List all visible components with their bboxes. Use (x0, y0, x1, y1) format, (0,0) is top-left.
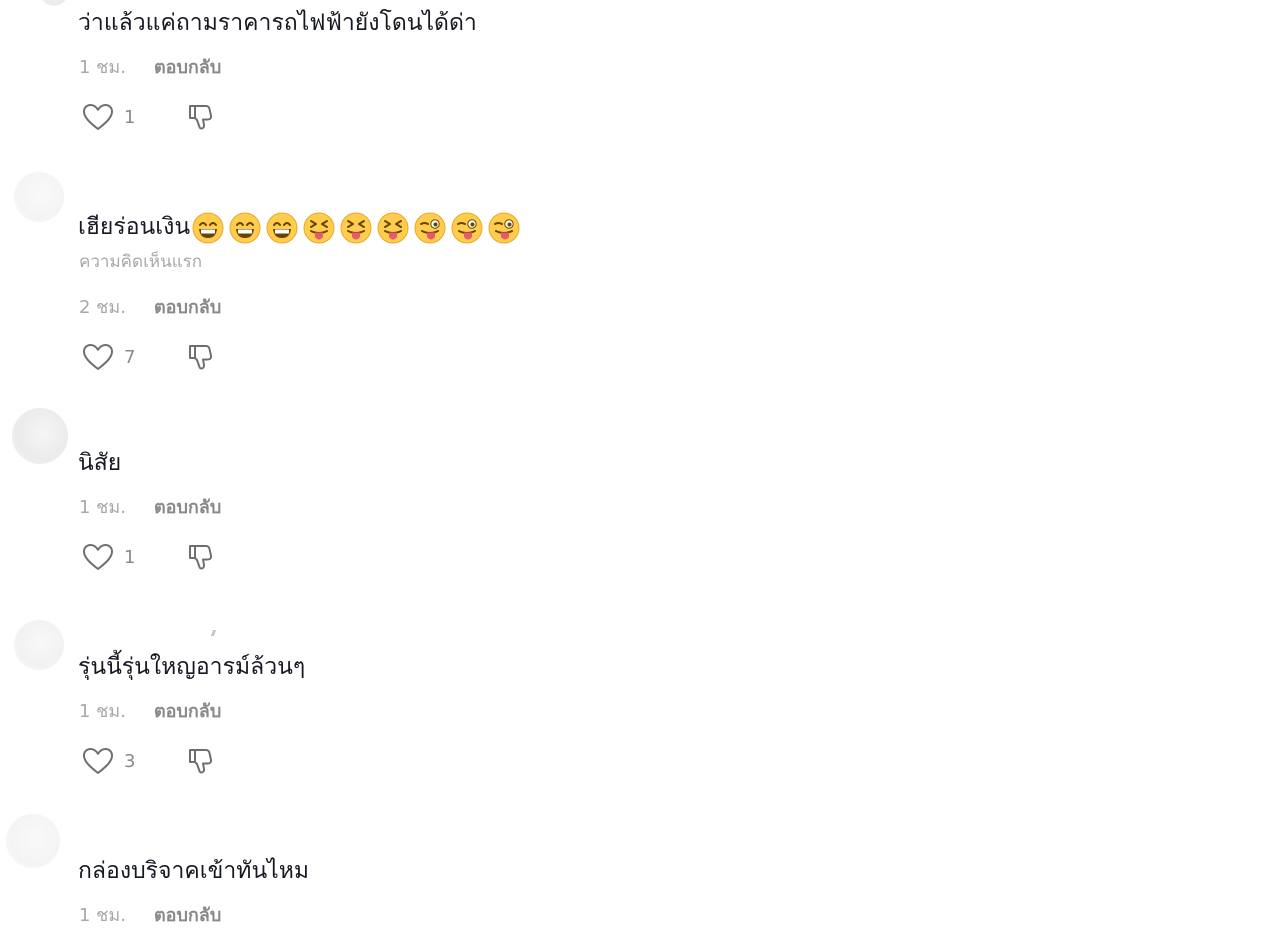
winking-tongue-face-icon (488, 212, 520, 244)
comment-text: ว่าแล้วแค่ถามราคารถไฟฟ้ายังโดนได้ด่า (78, 10, 477, 36)
avatar[interactable] (40, 0, 68, 6)
comment-text-content: เฮียร่อนเงิน (78, 214, 191, 240)
comment-text: รุ่นนี้รุ่นใหญอารม์ล้วนๆ (78, 654, 306, 680)
avatar[interactable] (14, 620, 64, 670)
comment-text: เฮียร่อนเงิน (78, 210, 525, 244)
like-button[interactable]: 1 (82, 102, 186, 132)
comment-actions: 7 (82, 342, 218, 372)
grinning-face-icon (229, 212, 261, 244)
avatar[interactable] (6, 814, 60, 868)
first-comment-badge: ความคิดเห็นแรก (79, 252, 203, 272)
comment-text: นิสัย (78, 450, 122, 476)
emoji-row (192, 212, 525, 244)
reply-button[interactable]: ตอบกลับ (154, 56, 221, 80)
reply-button[interactable]: ตอบกลับ (154, 296, 221, 320)
comment-item: ว่าแล้วแค่ถามราคารถไฟฟ้ายังโดนได้ด่า 1 ช… (0, 0, 1280, 160)
dislike-button[interactable] (186, 101, 218, 133)
avatar[interactable] (14, 172, 64, 222)
winking-tongue-face-icon (414, 212, 446, 244)
dislike-button[interactable] (186, 541, 218, 573)
like-count: 7 (124, 346, 136, 368)
like-button[interactable]: 7 (82, 342, 186, 372)
comment-actions: 1 (82, 102, 218, 132)
comment-meta: 1 ชม. ตอบกลับ (79, 56, 221, 80)
squinting-tongue-face-icon (303, 212, 335, 244)
grinning-face-icon (266, 212, 298, 244)
heart-outline-icon (82, 746, 114, 776)
like-count: 1 (124, 546, 136, 568)
comment-actions: 3 (82, 746, 218, 776)
like-count: 1 (124, 106, 136, 128)
comment-time: 2 ชม. (79, 297, 126, 318)
comment-text: กล่องบริจาคเข้าทันไหม (78, 858, 310, 884)
comment-meta: 1 ชม. ตอบกลับ (79, 496, 221, 520)
comment-meta: 2 ชม. ตอบกลับ (79, 296, 221, 320)
like-button[interactable]: 3 (82, 746, 186, 776)
avatar[interactable] (12, 408, 68, 464)
reply-button[interactable]: ตอบกลับ (154, 496, 221, 520)
comment-time: 1 ชม. (79, 57, 126, 78)
reply-button[interactable]: ตอบกลับ (154, 700, 221, 724)
grinning-face-icon (192, 212, 224, 244)
reply-button[interactable]: ตอบกลับ (154, 904, 221, 928)
heart-outline-icon (82, 342, 114, 372)
comment-time: 1 ชม. (79, 905, 126, 926)
comment-item: กล่องบริจาคเข้าทันไหม 1 ชม. ตอบกลับ (0, 810, 1280, 926)
thumbs-down-outline-icon (186, 541, 218, 573)
like-button[interactable]: 1 (82, 542, 186, 572)
thumbs-down-outline-icon (186, 101, 218, 133)
username-fragment (210, 630, 217, 636)
squinting-tongue-face-icon (377, 212, 409, 244)
comment-meta: 1 ชม. ตอบกลับ (79, 904, 221, 928)
heart-outline-icon (82, 542, 114, 572)
comment-meta: 1 ชม. ตอบกลับ (79, 700, 221, 724)
dislike-button[interactable] (186, 745, 218, 777)
comment-time: 1 ชม. (79, 701, 126, 722)
comment-time: 1 ชม. (79, 497, 126, 518)
like-count: 3 (124, 750, 136, 772)
comment-item: รุ่นนี้รุ่นใหญอารม์ล้วนๆ 1 ชม. ตอบกลับ 3 (0, 610, 1280, 810)
heart-outline-icon (82, 102, 114, 132)
winking-tongue-face-icon (451, 212, 483, 244)
comment-actions: 1 (82, 542, 218, 572)
thumbs-down-outline-icon (186, 745, 218, 777)
dislike-button[interactable] (186, 341, 218, 373)
comment-item: เฮียร่อนเงิน ความคิดเห็นแรก 2 ชม. ตอบกลั… (0, 160, 1280, 400)
squinting-tongue-face-icon (340, 212, 372, 244)
thumbs-down-outline-icon (186, 341, 218, 373)
comment-item: นิสัย 1 ชม. ตอบกลับ 1 (0, 400, 1280, 610)
